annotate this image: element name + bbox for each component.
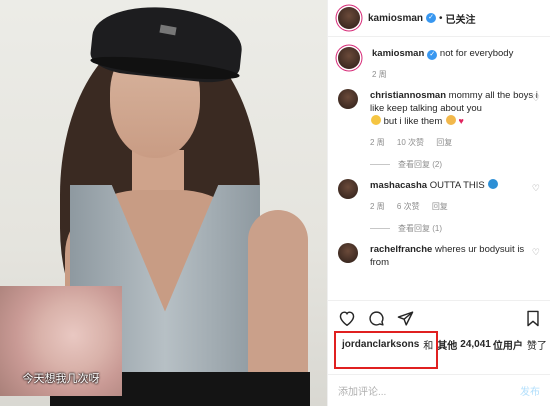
comment-icon[interactable] — [368, 310, 385, 327]
comments-list[interactable]: kamiosman ✓ not for everybody 2 周 christi… — [328, 37, 550, 297]
verified-badge-icon: ✓ — [427, 50, 438, 60]
verified-badge-icon: ✓ — [426, 13, 437, 23]
add-comment-bar: 添加评论... 发布 — [328, 374, 550, 406]
avatar[interactable] — [338, 243, 358, 263]
comment-text-2: but i like them — [383, 116, 443, 127]
avatar[interactable] — [338, 47, 360, 69]
post-comment-button[interactable]: 发布 — [520, 383, 540, 398]
reply-button[interactable]: 回复 — [432, 202, 448, 211]
comment-username[interactable]: christiannosman — [370, 90, 446, 101]
view-replies[interactable]: 查看回复 (1) — [370, 222, 540, 235]
separator-dot: • — [439, 12, 443, 24]
comment-input[interactable]: 添加评论... — [338, 383, 386, 398]
globe-emoji-icon — [488, 179, 499, 189]
header-username[interactable]: kamiosman — [368, 13, 423, 24]
view-replies[interactable]: 查看回复 (2) — [370, 158, 540, 171]
smile-emoji-icon — [371, 115, 381, 125]
caption-username[interactable]: kamiosman — [372, 48, 424, 59]
view-replies-label[interactable]: 查看回复 (2) — [398, 158, 442, 171]
comment-item: christiannosman mommy all the boys i lik… — [338, 89, 540, 171]
action-icons — [338, 309, 540, 327]
likes-liked: 赞了 — [526, 341, 547, 352]
likes-unit[interactable]: 位用户 — [493, 337, 523, 352]
crying-emoji-icon — [445, 115, 456, 125]
post-photo[interactable]: 今天想我几次呀 — [0, 0, 327, 406]
inset-caption: 今天想我几次呀 — [22, 373, 100, 385]
avatar[interactable] — [338, 179, 358, 199]
comment-item: rachelfranche wheres ur bodysuit is from… — [338, 243, 540, 269]
caption-text: not for everybody — [439, 48, 514, 59]
comment-username[interactable]: rachelfranche — [370, 244, 432, 255]
comment-item: mashacasha OUTTA THIS 2 周 6 次赞 回复 查看回复 (… — [338, 179, 540, 235]
instagram-post: 今天想我几次呀 kamiosman ✓ • 已关注 kamiosman ✓ not… — [0, 0, 550, 406]
post-header: kamiosman ✓ • 已关注 — [328, 0, 550, 37]
reply-button[interactable]: 回复 — [436, 138, 452, 147]
comment-time[interactable]: 2 周 — [370, 202, 385, 211]
highlight-box — [334, 331, 438, 369]
replies-line — [370, 164, 390, 165]
replies-line — [370, 228, 390, 229]
like-comment-heart-icon[interactable]: ♡ — [532, 183, 540, 194]
follow-button[interactable]: 已关注 — [446, 11, 476, 26]
comment-likes[interactable]: 6 次赞 — [397, 202, 420, 211]
post-sidebar: kamiosman ✓ • 已关注 kamiosman ✓ not for eve… — [327, 0, 550, 406]
comment-likes[interactable]: 10 次赞 — [397, 138, 424, 147]
likes-summary: jordanclarksons 和 其他 24,041 位用户 赞了 — [334, 331, 547, 369]
red-heart-icon: ♥ — [458, 116, 464, 126]
heart-icon[interactable] — [338, 310, 356, 326]
post-actions: jordanclarksons 和 其他 24,041 位用户 赞了 添加评论.… — [328, 300, 550, 406]
share-icon[interactable] — [397, 310, 414, 327]
view-replies-label[interactable]: 查看回复 (1) — [398, 222, 442, 235]
like-comment-heart-icon[interactable]: ♡ — [532, 247, 540, 258]
likes-others[interactable]: 其他 — [437, 337, 457, 352]
likes-count[interactable]: 24,041 — [460, 339, 491, 350]
avatar[interactable] — [338, 7, 360, 29]
comment-username[interactable]: mashacasha — [370, 180, 427, 191]
comment-time[interactable]: 2 周 — [370, 138, 385, 147]
caption-item: kamiosman ✓ not for everybody 2 周 — [338, 47, 540, 81]
comment-text: OUTTA THIS — [429, 180, 485, 191]
caption-time[interactable]: 2 周 — [372, 70, 387, 79]
bookmark-icon[interactable] — [526, 310, 540, 327]
inset-meme-image: 今天想我几次呀 — [0, 286, 122, 396]
avatar[interactable] — [338, 89, 358, 109]
like-comment-heart-icon[interactable]: ♡ — [532, 93, 540, 104]
